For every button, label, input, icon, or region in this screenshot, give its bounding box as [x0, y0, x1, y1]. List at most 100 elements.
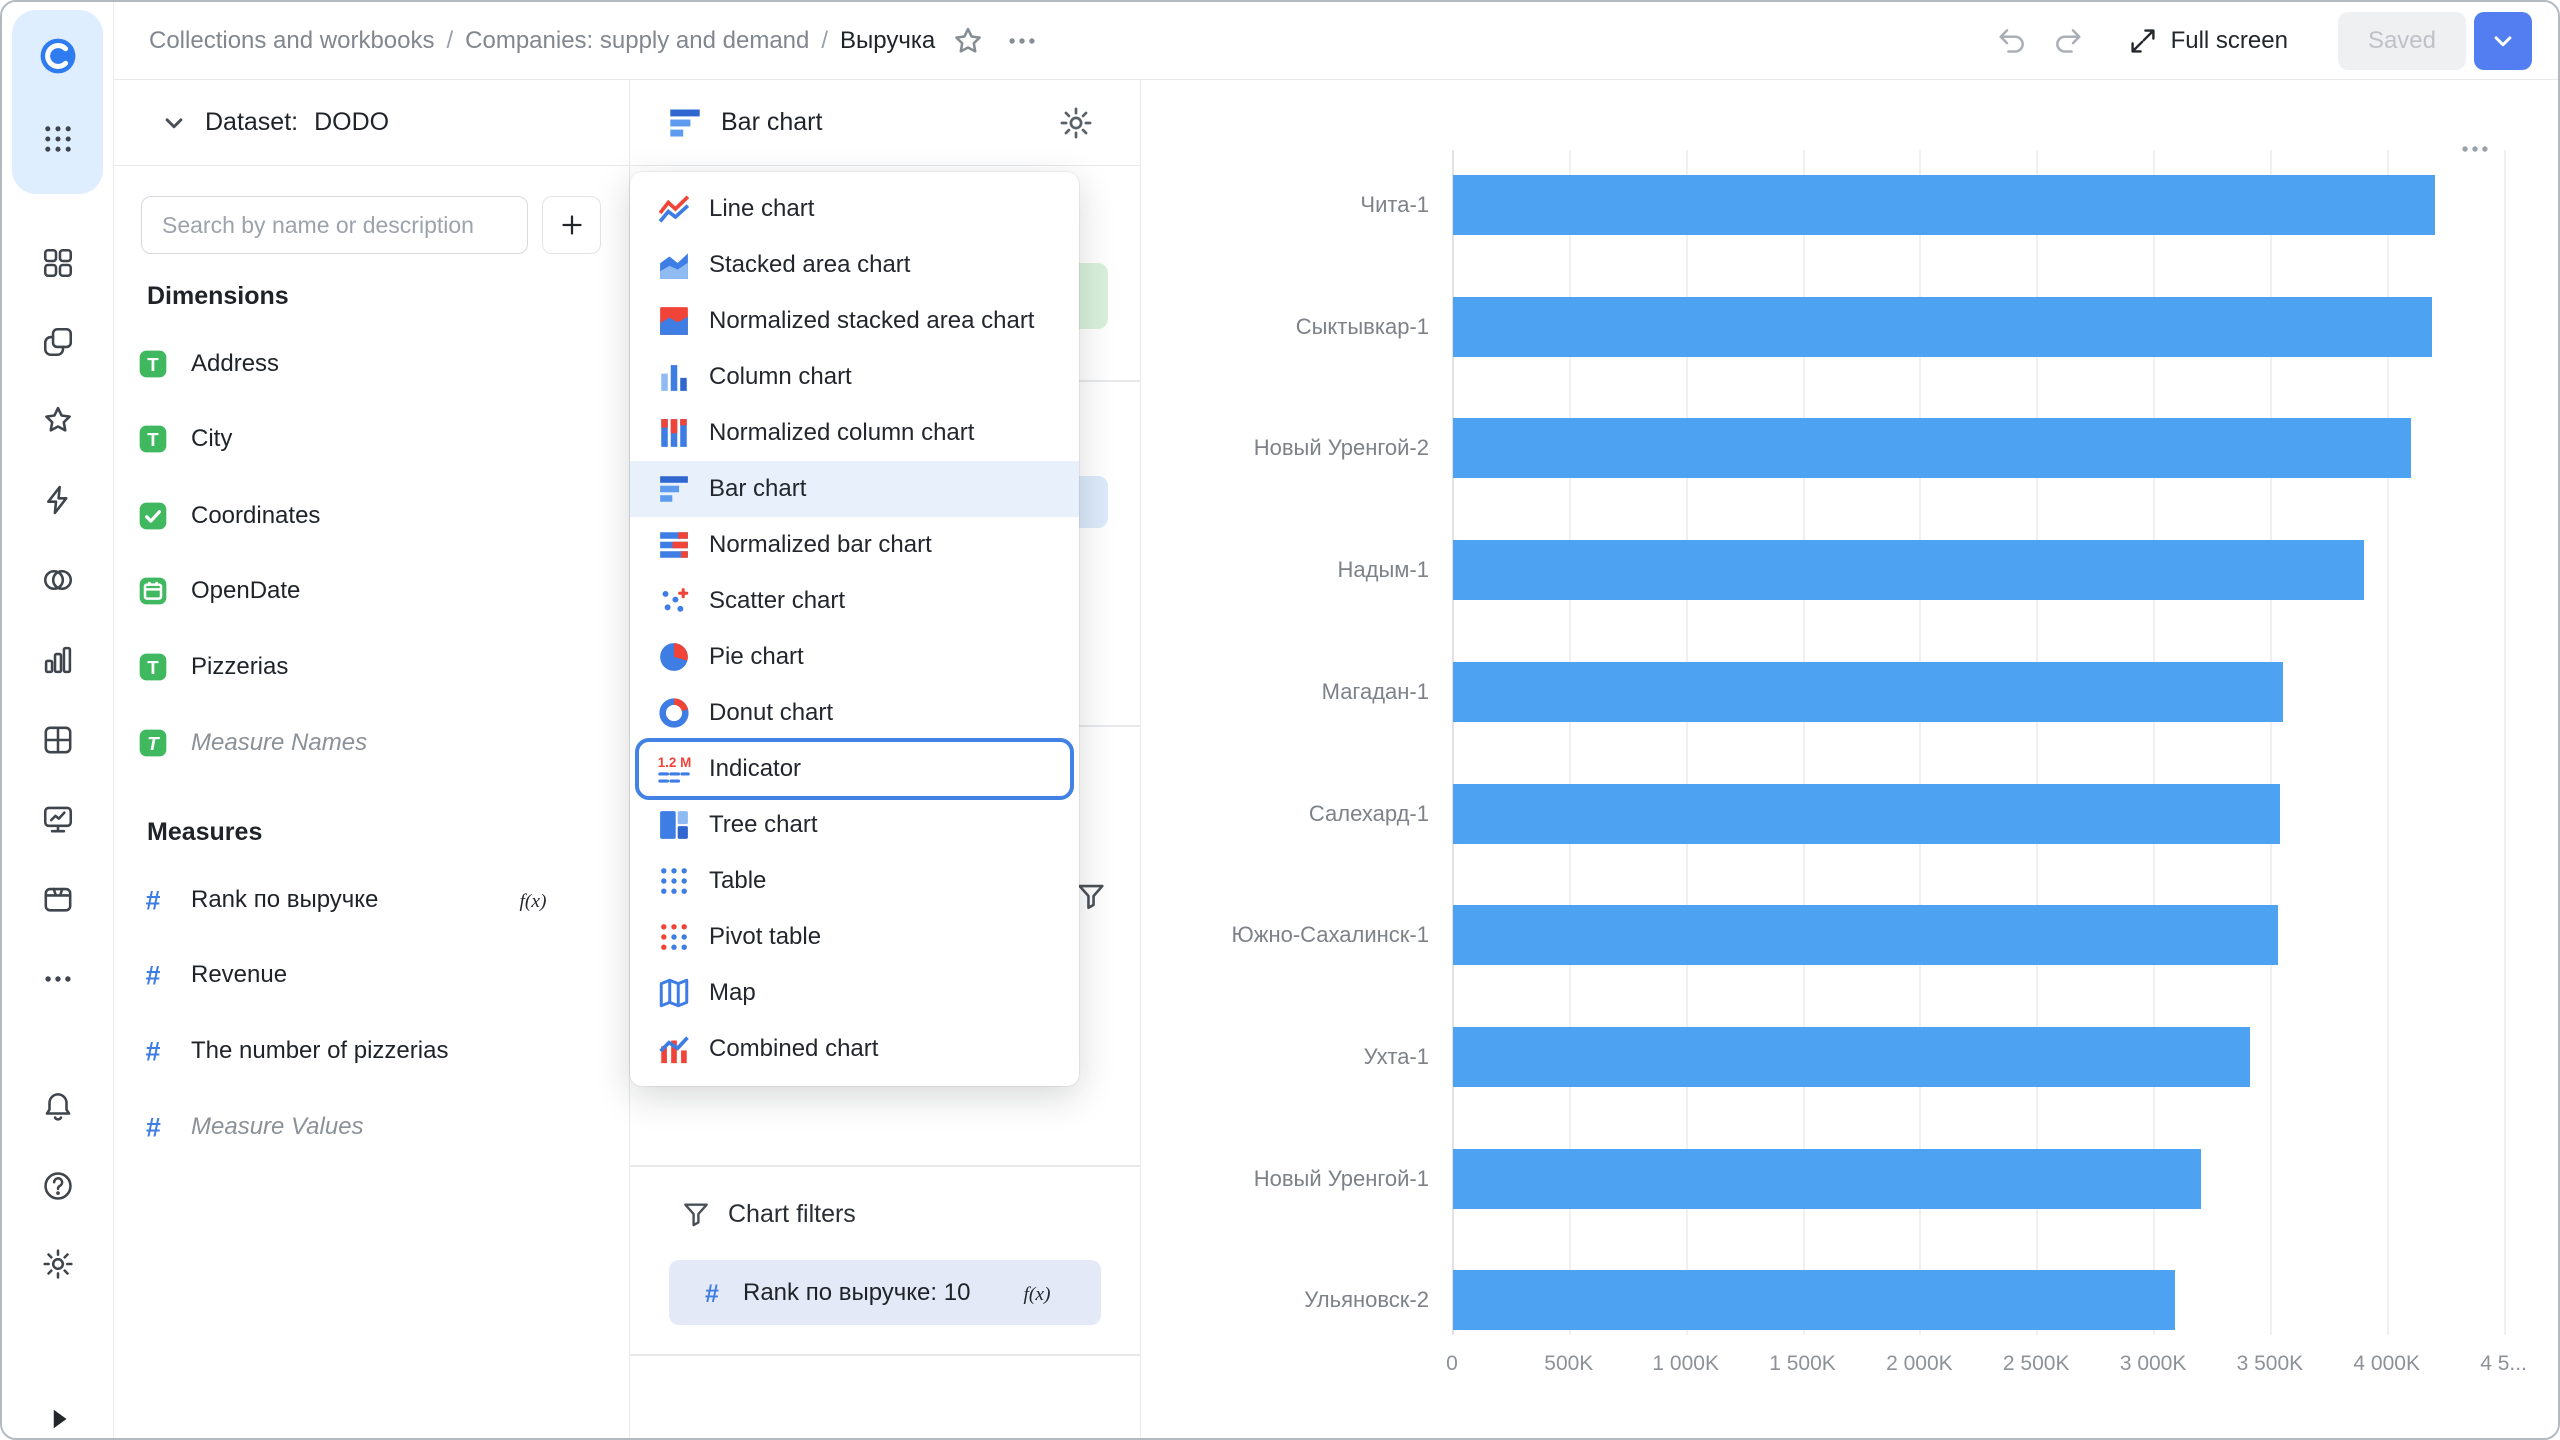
category-label: Надым-1 [1141, 557, 1429, 583]
menu-item-scatter-chart[interactable]: Scatter chart [630, 573, 1079, 629]
menu-item-combined-chart[interactable]: Combined chart [630, 1021, 1079, 1077]
bar-новый-уренгой-1[interactable] [1453, 1149, 2201, 1209]
bar-ухта-1[interactable] [1453, 1027, 2250, 1087]
menu-item-normalized-bar-chart[interactable]: Normalized bar chart [630, 517, 1079, 573]
menu-item-pivot-table[interactable]: Pivot table [630, 909, 1079, 965]
menu-item-label: Pivot table [709, 923, 821, 951]
menu-item-label: Map [709, 979, 756, 1007]
favorites-star-icon[interactable] [39, 401, 77, 439]
full-screen-button[interactable]: Full screen [2121, 24, 2294, 58]
bar-новый-уренгой-2[interactable] [1453, 418, 2411, 478]
chart-type-selector[interactable]: Bar chart [630, 80, 1140, 166]
number-field-icon: # [697, 1278, 727, 1308]
bar-салехард-1[interactable] [1453, 784, 2280, 844]
field-search-input[interactable] [141, 196, 528, 254]
breadcrumb-more-icon[interactable] [1005, 24, 1039, 58]
indicator-icon: 1.2 M [657, 752, 691, 786]
field-item-measure-names[interactable]: TMeasure Names [137, 713, 601, 773]
workbooks-icon[interactable] [39, 323, 77, 361]
notifications-bell-icon[interactable] [39, 1087, 77, 1125]
menu-item-map[interactable]: Map [630, 965, 1079, 1021]
services-box-icon[interactable] [39, 880, 77, 918]
help-question-icon[interactable] [39, 1167, 77, 1205]
category-label: Новый Уренгой-2 [1141, 435, 1429, 461]
field-item-pizzerias[interactable]: TPizzerias [137, 637, 601, 697]
breadcrumb-workbook[interactable]: Companies: supply and demand [465, 27, 809, 55]
svg-text:#: # [705, 1279, 719, 1307]
favorite-star-icon[interactable] [951, 24, 985, 58]
datalens-logo-icon[interactable] [39, 37, 77, 75]
field-item-city[interactable]: TCity [137, 409, 601, 469]
charts-icon[interactable] [39, 641, 77, 679]
tables-icon[interactable] [39, 721, 77, 759]
save-dropdown-button[interactable] [2474, 12, 2532, 70]
bar-южно-сахалинск-1[interactable] [1453, 905, 2278, 965]
chart-menu-button[interactable] [2458, 132, 2492, 166]
type-string-icon: T [137, 348, 169, 380]
chart-type-menu: Line chartStacked area chartNormalized s… [630, 172, 1079, 1086]
field-item-opendate[interactable]: OpenDate [137, 561, 601, 621]
menu-item-normalized-stacked-area-chart[interactable]: Normalized stacked area chart [630, 293, 1079, 349]
menu-item-donut-chart[interactable]: Donut chart [630, 685, 1079, 741]
menu-item-tree-chart[interactable]: Tree chart [630, 797, 1079, 853]
header: Collections and workbooks / Companies: s… [113, 2, 2558, 80]
field-label: Revenue [191, 961, 287, 989]
more-ellipsis-icon[interactable] [39, 960, 77, 998]
category-label: Магадан-1 [1141, 679, 1429, 705]
bar-надым-1[interactable] [1453, 540, 2364, 600]
dataset-panel: Dataset: DODO Dimensions TAddressTCityCo… [113, 80, 630, 1438]
svg-text:T: T [147, 354, 159, 375]
settings-gear-icon[interactable] [1058, 105, 1094, 141]
bar-сыктывкар-1[interactable] [1453, 297, 2432, 357]
field-item-coordinates[interactable]: Coordinates [137, 486, 601, 546]
line-chart-icon [657, 192, 691, 226]
menu-item-stacked-area-chart[interactable]: Stacked area chart [630, 237, 1079, 293]
redo-icon[interactable] [2051, 24, 2085, 58]
menu-item-label: Donut chart [709, 699, 833, 727]
field-item-rank-по-выручке[interactable]: #Rank по выручкеf(x) [137, 870, 601, 930]
value-tick-label: 3 000K [2120, 1352, 2187, 1376]
add-field-button[interactable] [542, 196, 601, 254]
menu-item-bar-chart[interactable]: Bar chart [630, 461, 1079, 517]
menu-item-normalized-column-chart[interactable]: Normalized column chart [630, 405, 1079, 461]
quick-actions-bolt-icon[interactable] [39, 481, 77, 519]
breadcrumb-collections[interactable]: Collections and workbooks [149, 27, 434, 55]
bar-чита-1[interactable] [1453, 175, 2435, 235]
field-item-address[interactable]: T Address [137, 334, 601, 394]
category-label: Южно-Сахалинск-1 [1141, 922, 1429, 948]
bar-магадан-1[interactable] [1453, 662, 2283, 722]
menu-item-label: Bar chart [709, 475, 806, 503]
collections-icon[interactable] [39, 244, 77, 282]
settings-gear-icon[interactable] [39, 1245, 77, 1283]
field-label: Rank по выручке [191, 886, 378, 914]
category-label: Ухта-1 [1141, 1044, 1429, 1070]
menu-item-label: Pie chart [709, 643, 804, 671]
field-item-the-number-of-pizzerias[interactable]: #The number of pizzerias [137, 1021, 601, 1081]
dataset-selector[interactable]: Dataset: DODO [113, 80, 629, 166]
breadcrumb-separator: / [821, 27, 828, 55]
field-item-revenue[interactable]: #Revenue [137, 945, 601, 1005]
dashboards-monitor-icon[interactable] [39, 800, 77, 838]
stacked-area-chart-icon [657, 248, 691, 282]
apps-grid-icon[interactable] [39, 120, 77, 158]
collapse-panel-icon[interactable] [39, 1400, 77, 1438]
menu-item-column-chart[interactable]: Column chart [630, 349, 1079, 405]
menu-item-pie-chart[interactable]: Pie chart [630, 629, 1079, 685]
bar-ульяновск-2[interactable] [1453, 1270, 2175, 1330]
menu-item-label: Normalized column chart [709, 419, 974, 447]
field-label: Measure Values [191, 1113, 364, 1141]
value-tick-label: 2 000K [1886, 1352, 1953, 1376]
relations-icon[interactable] [39, 561, 77, 599]
menu-item-table[interactable]: Table [630, 853, 1079, 909]
menu-item-line-chart[interactable]: Line chart [630, 181, 1079, 237]
chevron-down-icon [2488, 26, 2518, 56]
undo-icon[interactable] [1995, 24, 2029, 58]
field-label: Address [191, 350, 279, 378]
menu-item-indicator[interactable]: 1.2 MIndicator [630, 741, 1079, 797]
saved-button[interactable]: Saved [2338, 12, 2466, 70]
field-item-measure-values[interactable]: #Measure Values [137, 1097, 601, 1157]
filter-chip[interactable]: # Rank по выручке: 10 f(x) [669, 1260, 1101, 1325]
bar-chart-icon [657, 472, 691, 506]
category-label: Чита-1 [1141, 192, 1429, 218]
category-label: Сыктывкар-1 [1141, 314, 1429, 340]
